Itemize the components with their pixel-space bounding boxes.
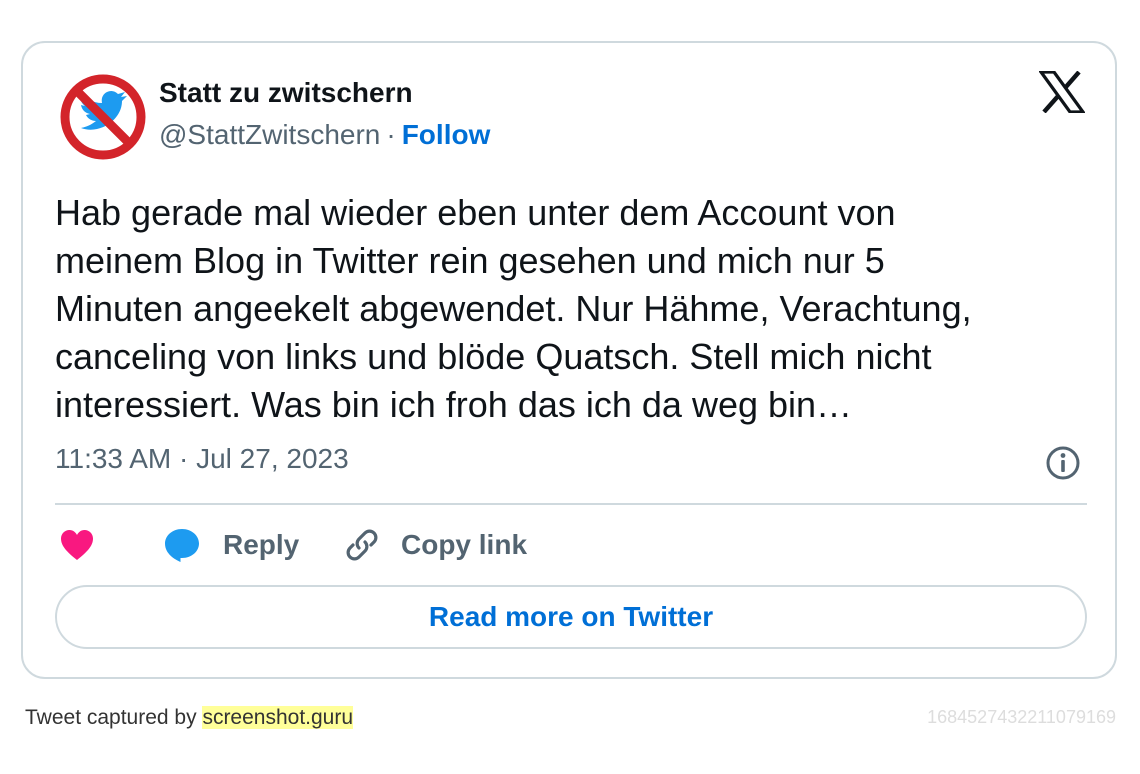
screenshot-guru-link[interactable]: screenshot.guru (202, 706, 354, 729)
link-icon (346, 529, 378, 561)
tweet-id: 1684527432211079169 (927, 707, 1116, 727)
copy-link-button[interactable]: Copy link (343, 525, 527, 565)
reply-label: Reply (223, 529, 300, 560)
tweet-text: Hab gerade mal wieder eben unter dem Acc… (55, 192, 972, 425)
reply-button[interactable]: Reply (163, 525, 299, 565)
heart-icon (61, 530, 93, 560)
separator-dot: · (386, 119, 396, 150)
avatar-no-twitter-icon[interactable] (59, 73, 147, 161)
copy-link-label: Copy link (401, 529, 528, 560)
like-button[interactable] (59, 525, 95, 565)
x-logo-icon[interactable] (1039, 71, 1085, 113)
info-icon[interactable] (1045, 445, 1081, 481)
read-more-button[interactable]: Read more on Twitter (55, 585, 1087, 649)
footer-credit: Tweet captured by screenshot.guru (25, 706, 354, 730)
tweet-timestamp[interactable]: 11:33 AM · Jul 27, 2023 (55, 443, 349, 475)
captured-by-text: Tweet captured by (25, 706, 203, 729)
follow-button[interactable]: Follow (402, 119, 491, 150)
author-name[interactable]: Statt zu zwitschern (159, 77, 413, 109)
divider (55, 503, 1087, 505)
tweet-card: Statt zu zwitschern @StattZwitschern · Fol… (21, 41, 1117, 679)
author-handle-line: @StattZwitschern · Follow (159, 119, 490, 151)
author-handle[interactable]: @StattZwitschern (159, 119, 380, 150)
speech-bubble-icon (165, 529, 199, 562)
